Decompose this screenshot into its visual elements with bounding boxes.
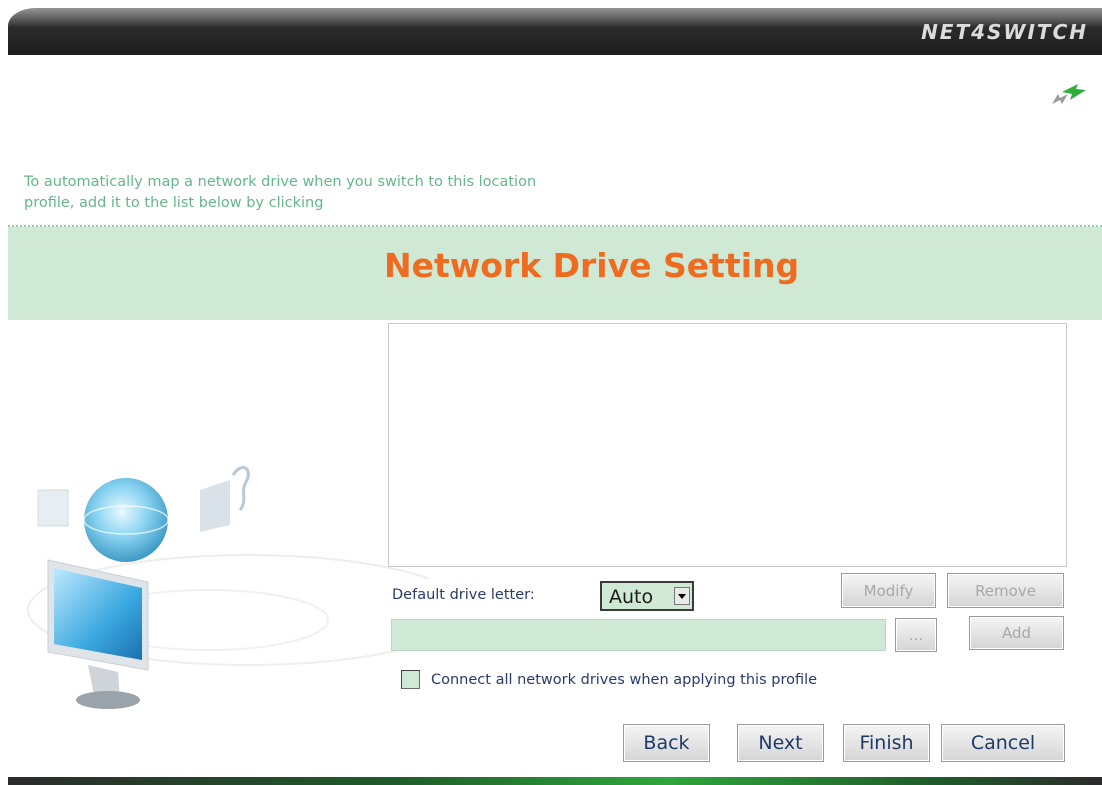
back-button[interactable]: Back [623,724,710,762]
finish-button[interactable]: Finish [843,724,930,762]
intro-text-line1: To automatically map a network drive whe… [24,174,537,190]
next-button[interactable]: Next [737,724,824,762]
wizard-window: NET4SWITCH To automatically map a networ… [8,8,1102,785]
drive-path-input[interactable] [391,619,886,651]
drive-list[interactable] [388,323,1067,567]
section-title: Network Drive Setting [384,246,800,285]
drive-letter-value: Auto [609,586,654,608]
drive-letter-select[interactable]: Auto [600,581,694,611]
browse-button[interactable]: ... [895,618,937,652]
modify-button[interactable]: Modify [841,573,936,608]
add-button[interactable]: Add [969,616,1064,650]
monitor-globe-illustration [27,465,428,709]
remove-button[interactable]: Remove [947,573,1064,608]
title-bar: NET4SWITCH [8,8,1102,55]
intro-text-line2: profile, add it to the list below by cli… [24,195,324,211]
connect-all-checkbox[interactable] [401,670,420,689]
drive-letter-label: Default drive letter: [392,587,535,603]
sync-arrows-icon [1052,84,1086,104]
bottom-bar [8,777,1102,785]
connect-all-label: Connect all network drives when applying… [431,672,818,688]
chevron-down-icon[interactable] [674,587,690,605]
cancel-button[interactable]: Cancel [941,724,1065,762]
brand-logo: NET4SWITCH [921,20,1088,44]
intro-text: To automatically map a network drive whe… [24,172,744,214]
